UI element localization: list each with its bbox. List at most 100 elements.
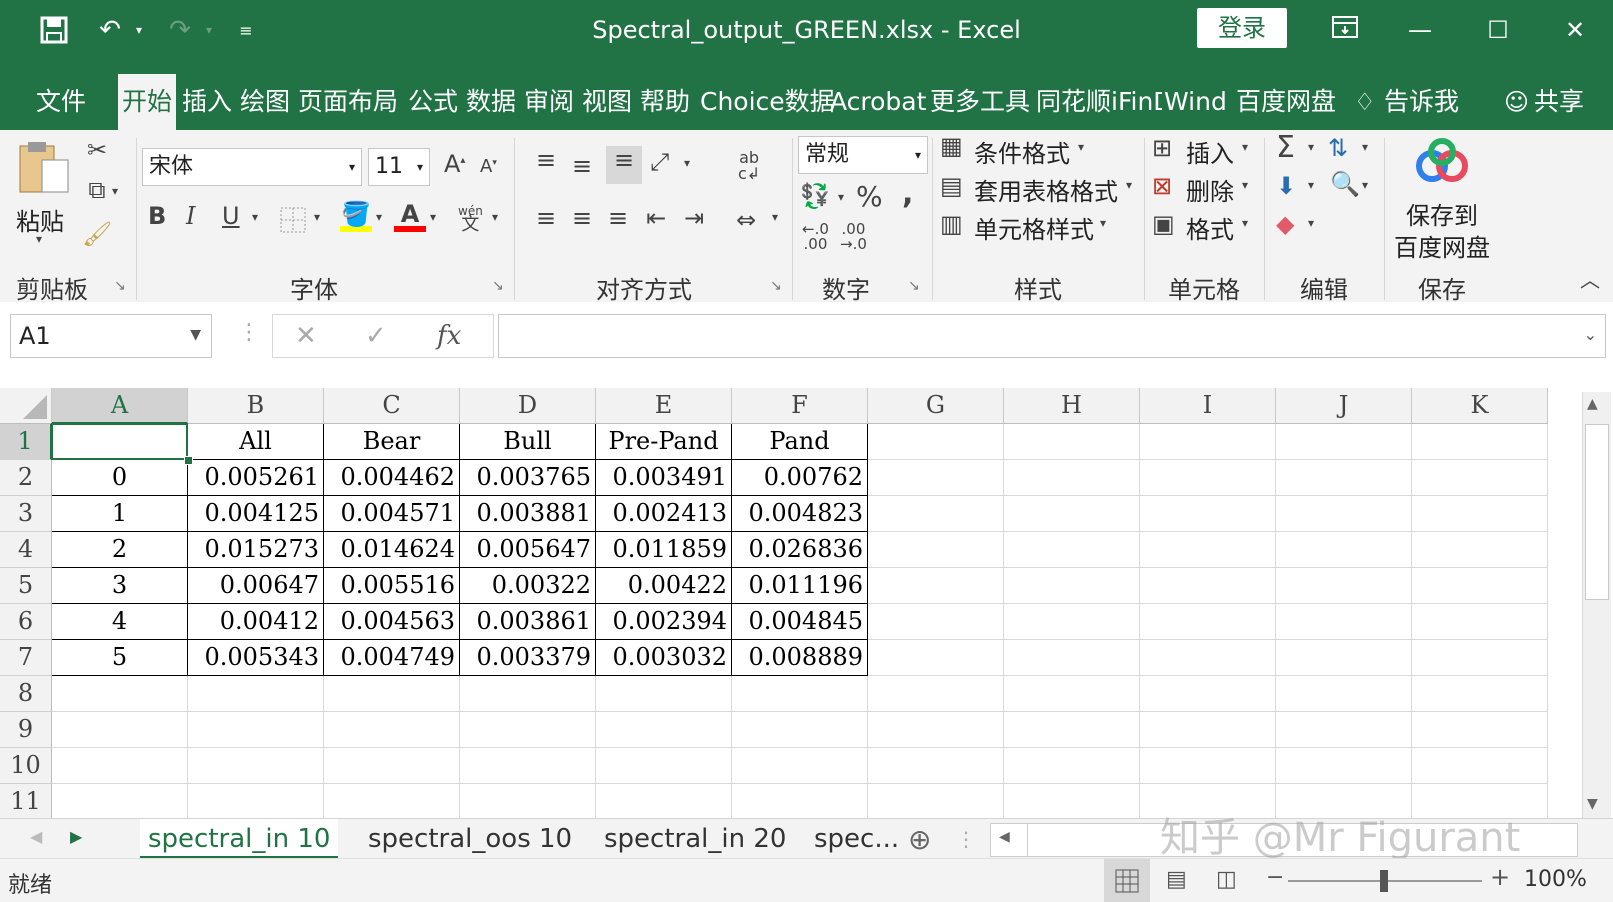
sheet-tab-spectral-in-20[interactable]: spectral_in 20 <box>596 819 794 859</box>
baidu-netdisk-icon[interactable] <box>1414 136 1470 192</box>
cell-k10[interactable] <box>1412 748 1548 784</box>
cell-e10[interactable] <box>596 748 732 784</box>
page-break-view-icon[interactable]: ◫ <box>1216 867 1237 892</box>
cell-k4[interactable] <box>1412 532 1548 568</box>
cell-k2[interactable] <box>1412 460 1548 496</box>
cell-g1[interactable] <box>868 424 1004 460</box>
cell-styles-icon[interactable]: ▥ <box>940 210 963 238</box>
cell-f9[interactable] <box>732 712 868 748</box>
accounting-format-icon[interactable]: 💱 <box>800 182 830 210</box>
tab-insert[interactable]: 插入 <box>178 74 236 130</box>
cell-g9[interactable] <box>868 712 1004 748</box>
cell-d11[interactable] <box>460 784 596 820</box>
cell-b3[interactable]: 0.004125 <box>188 496 324 532</box>
save-to-baidu-line2[interactable]: 百度网盘 <box>1394 228 1490 263</box>
cell-c4[interactable]: 0.014624 <box>324 532 460 568</box>
fill-down-icon[interactable]: ⬇ <box>1276 172 1296 200</box>
cell-c10[interactable] <box>324 748 460 784</box>
sort-filter-dropdown-icon[interactable]: ▾ <box>1362 140 1368 154</box>
cell-j8[interactable] <box>1276 676 1412 712</box>
row-header-1[interactable]: 1 <box>0 424 52 460</box>
zoom-level[interactable]: 100% <box>1524 867 1587 892</box>
tab-wind[interactable]: Wind <box>1160 74 1231 130</box>
format-as-table-dropdown-icon[interactable]: ▾ <box>1126 178 1132 192</box>
scroll-up-icon[interactable]: ▲ <box>1587 396 1598 412</box>
tab-help[interactable]: 帮助 <box>636 74 694 130</box>
cell-k6[interactable] <box>1412 604 1548 640</box>
cell-a5[interactable]: 3 <box>52 568 188 604</box>
fill-color-icon[interactable]: 🪣 <box>340 200 372 232</box>
cell-g10[interactable] <box>868 748 1004 784</box>
borders-dropdown-icon[interactable]: ▾ <box>314 210 320 224</box>
tab-formulas[interactable]: 公式 <box>404 74 462 130</box>
expand-formula-icon[interactable]: ⌄ <box>1584 325 1597 344</box>
row-header-7[interactable]: 7 <box>0 640 52 676</box>
cell-b5[interactable]: 0.00647 <box>188 568 324 604</box>
cell-a3[interactable]: 1 <box>52 496 188 532</box>
row-header-11[interactable]: 11 <box>0 784 52 820</box>
phonetic-dropdown-icon[interactable]: ▾ <box>492 210 498 224</box>
cell-c1[interactable]: Bear <box>324 424 460 460</box>
cell-j2[interactable] <box>1276 460 1412 496</box>
save-to-baidu-line1[interactable]: 保存到 <box>1406 196 1478 231</box>
copy-dropdown-icon[interactable]: ▾ <box>112 184 118 198</box>
cell-h10[interactable] <box>1004 748 1140 784</box>
vertical-scroll-thumb[interactable] <box>1585 424 1609 600</box>
cell-e8[interactable] <box>596 676 732 712</box>
insert-cells-button[interactable]: 插入 <box>1186 134 1234 169</box>
tab-splitter-icon[interactable]: ⋮ <box>956 827 976 851</box>
cell-d3[interactable]: 0.003881 <box>460 496 596 532</box>
copy-icon[interactable]: ⧉ <box>82 176 112 204</box>
decrease-decimal-icon[interactable]: .00 →.0 <box>840 222 867 252</box>
cell-b2[interactable]: 0.005261 <box>188 460 324 496</box>
cell-e4[interactable]: 0.011859 <box>596 532 732 568</box>
formula-bar-grip-icon[interactable]: ⋮ <box>238 320 260 345</box>
scroll-down-icon[interactable]: ▼ <box>1587 796 1598 812</box>
underline-button[interactable]: U <box>222 202 240 230</box>
underline-dropdown-icon[interactable]: ▾ <box>252 210 258 224</box>
decrease-indent-icon[interactable]: ⇤ <box>646 204 666 232</box>
row-header-5[interactable]: 5 <box>0 568 52 604</box>
cell-e9[interactable] <box>596 712 732 748</box>
cell-h11[interactable] <box>1004 784 1140 820</box>
comma-button[interactable]: , <box>902 176 913 211</box>
share-button[interactable]: 共享 <box>1530 74 1588 130</box>
cell-a10[interactable] <box>52 748 188 784</box>
conditional-format-button[interactable]: 条件格式 <box>974 134 1070 169</box>
autosum-icon[interactable]: Σ <box>1276 130 1295 165</box>
font-size-combo[interactable]: 11 ▾ <box>368 148 430 186</box>
prev-sheet-icon[interactable]: ◀ <box>30 827 42 846</box>
wrap-text-icon[interactable]: ab c↲ <box>738 150 760 182</box>
delete-cells-button[interactable]: 删除 <box>1186 172 1234 207</box>
tab-draw[interactable]: 绘图 <box>236 74 294 130</box>
font-size-dropdown-icon[interactable]: ▾ <box>417 149 423 185</box>
column-header-d[interactable]: D <box>460 388 596 424</box>
cell-e3[interactable]: 0.002413 <box>596 496 732 532</box>
cell-h8[interactable] <box>1004 676 1140 712</box>
zoom-out-icon[interactable]: − <box>1266 865 1284 890</box>
increase-decimal-icon[interactable]: ←.0.00 <box>802 222 829 252</box>
cell-g8[interactable] <box>868 676 1004 712</box>
cell-g11[interactable] <box>868 784 1004 820</box>
column-header-b[interactable]: B <box>188 388 324 424</box>
cell-f3[interactable]: 0.004823 <box>732 496 868 532</box>
cell-i1[interactable] <box>1140 424 1276 460</box>
tab-data[interactable]: 数据 <box>462 74 520 130</box>
tell-me-search[interactable]: 告诉我 <box>1380 74 1463 130</box>
cell-k5[interactable] <box>1412 568 1548 604</box>
cell-d10[interactable] <box>460 748 596 784</box>
cell-i10[interactable] <box>1140 748 1276 784</box>
align-right-icon[interactable]: ≡ <box>608 204 628 232</box>
column-header-g[interactable]: G <box>868 388 1004 424</box>
column-header-f[interactable]: F <box>732 388 868 424</box>
number-launcher-icon[interactable]: ↘ <box>908 278 920 294</box>
row-header-4[interactable]: 4 <box>0 532 52 568</box>
cell-d7[interactable]: 0.003379 <box>460 640 596 676</box>
cell-g4[interactable] <box>868 532 1004 568</box>
cell-f2[interactable]: 0.00762 <box>732 460 868 496</box>
cell-i4[interactable] <box>1140 532 1276 568</box>
page-layout-view-icon[interactable]: ▤ <box>1166 867 1187 892</box>
cell-b8[interactable] <box>188 676 324 712</box>
cell-c2[interactable]: 0.004462 <box>324 460 460 496</box>
cell-i5[interactable] <box>1140 568 1276 604</box>
